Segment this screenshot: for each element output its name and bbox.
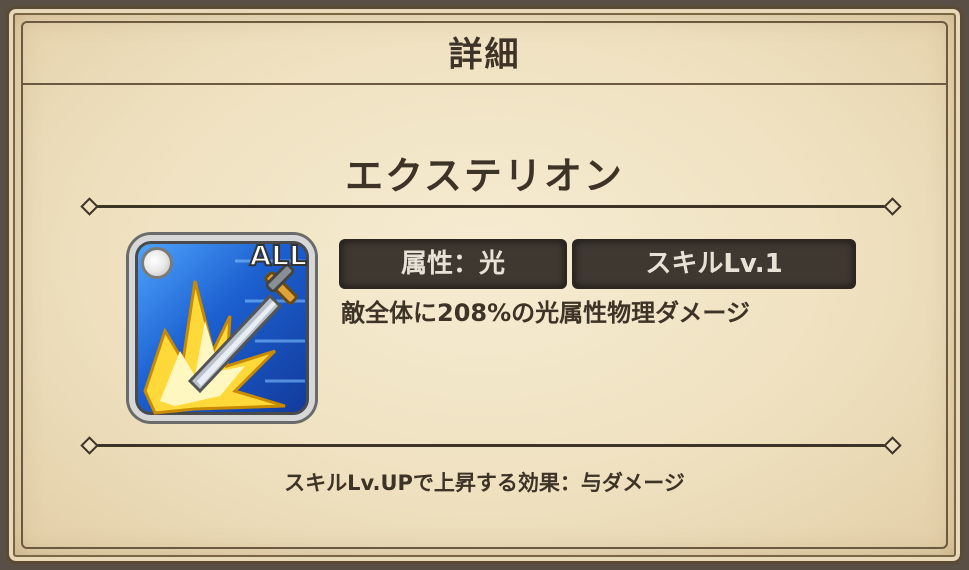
element-orb-icon [141, 247, 173, 279]
ornament-divider-top [80, 197, 902, 216]
attribute-tag: 属性：光 [341, 241, 565, 287]
skill-description: 敵全体に208%の光属性物理ダメージ [341, 299, 750, 327]
skill-name: エクステリオン [345, 154, 624, 198]
header-divider [21, 83, 948, 85]
skill-level-tag: スキルLv.1 [574, 241, 854, 287]
ornament-divider-bottom [80, 436, 902, 455]
levelup-effect-text: スキルLv.UPで上昇する効果：与ダメージ [284, 471, 685, 495]
target-all-badge: ALL [249, 239, 308, 273]
sword-light-burst-icon: ALL [129, 235, 315, 421]
skill-detail-panel: 詳細 エクステリオン ALL 属性：光 スキルLv.1 敵全体に208%の光属性… [6, 6, 963, 564]
panel-title: 詳細 [448, 35, 521, 75]
